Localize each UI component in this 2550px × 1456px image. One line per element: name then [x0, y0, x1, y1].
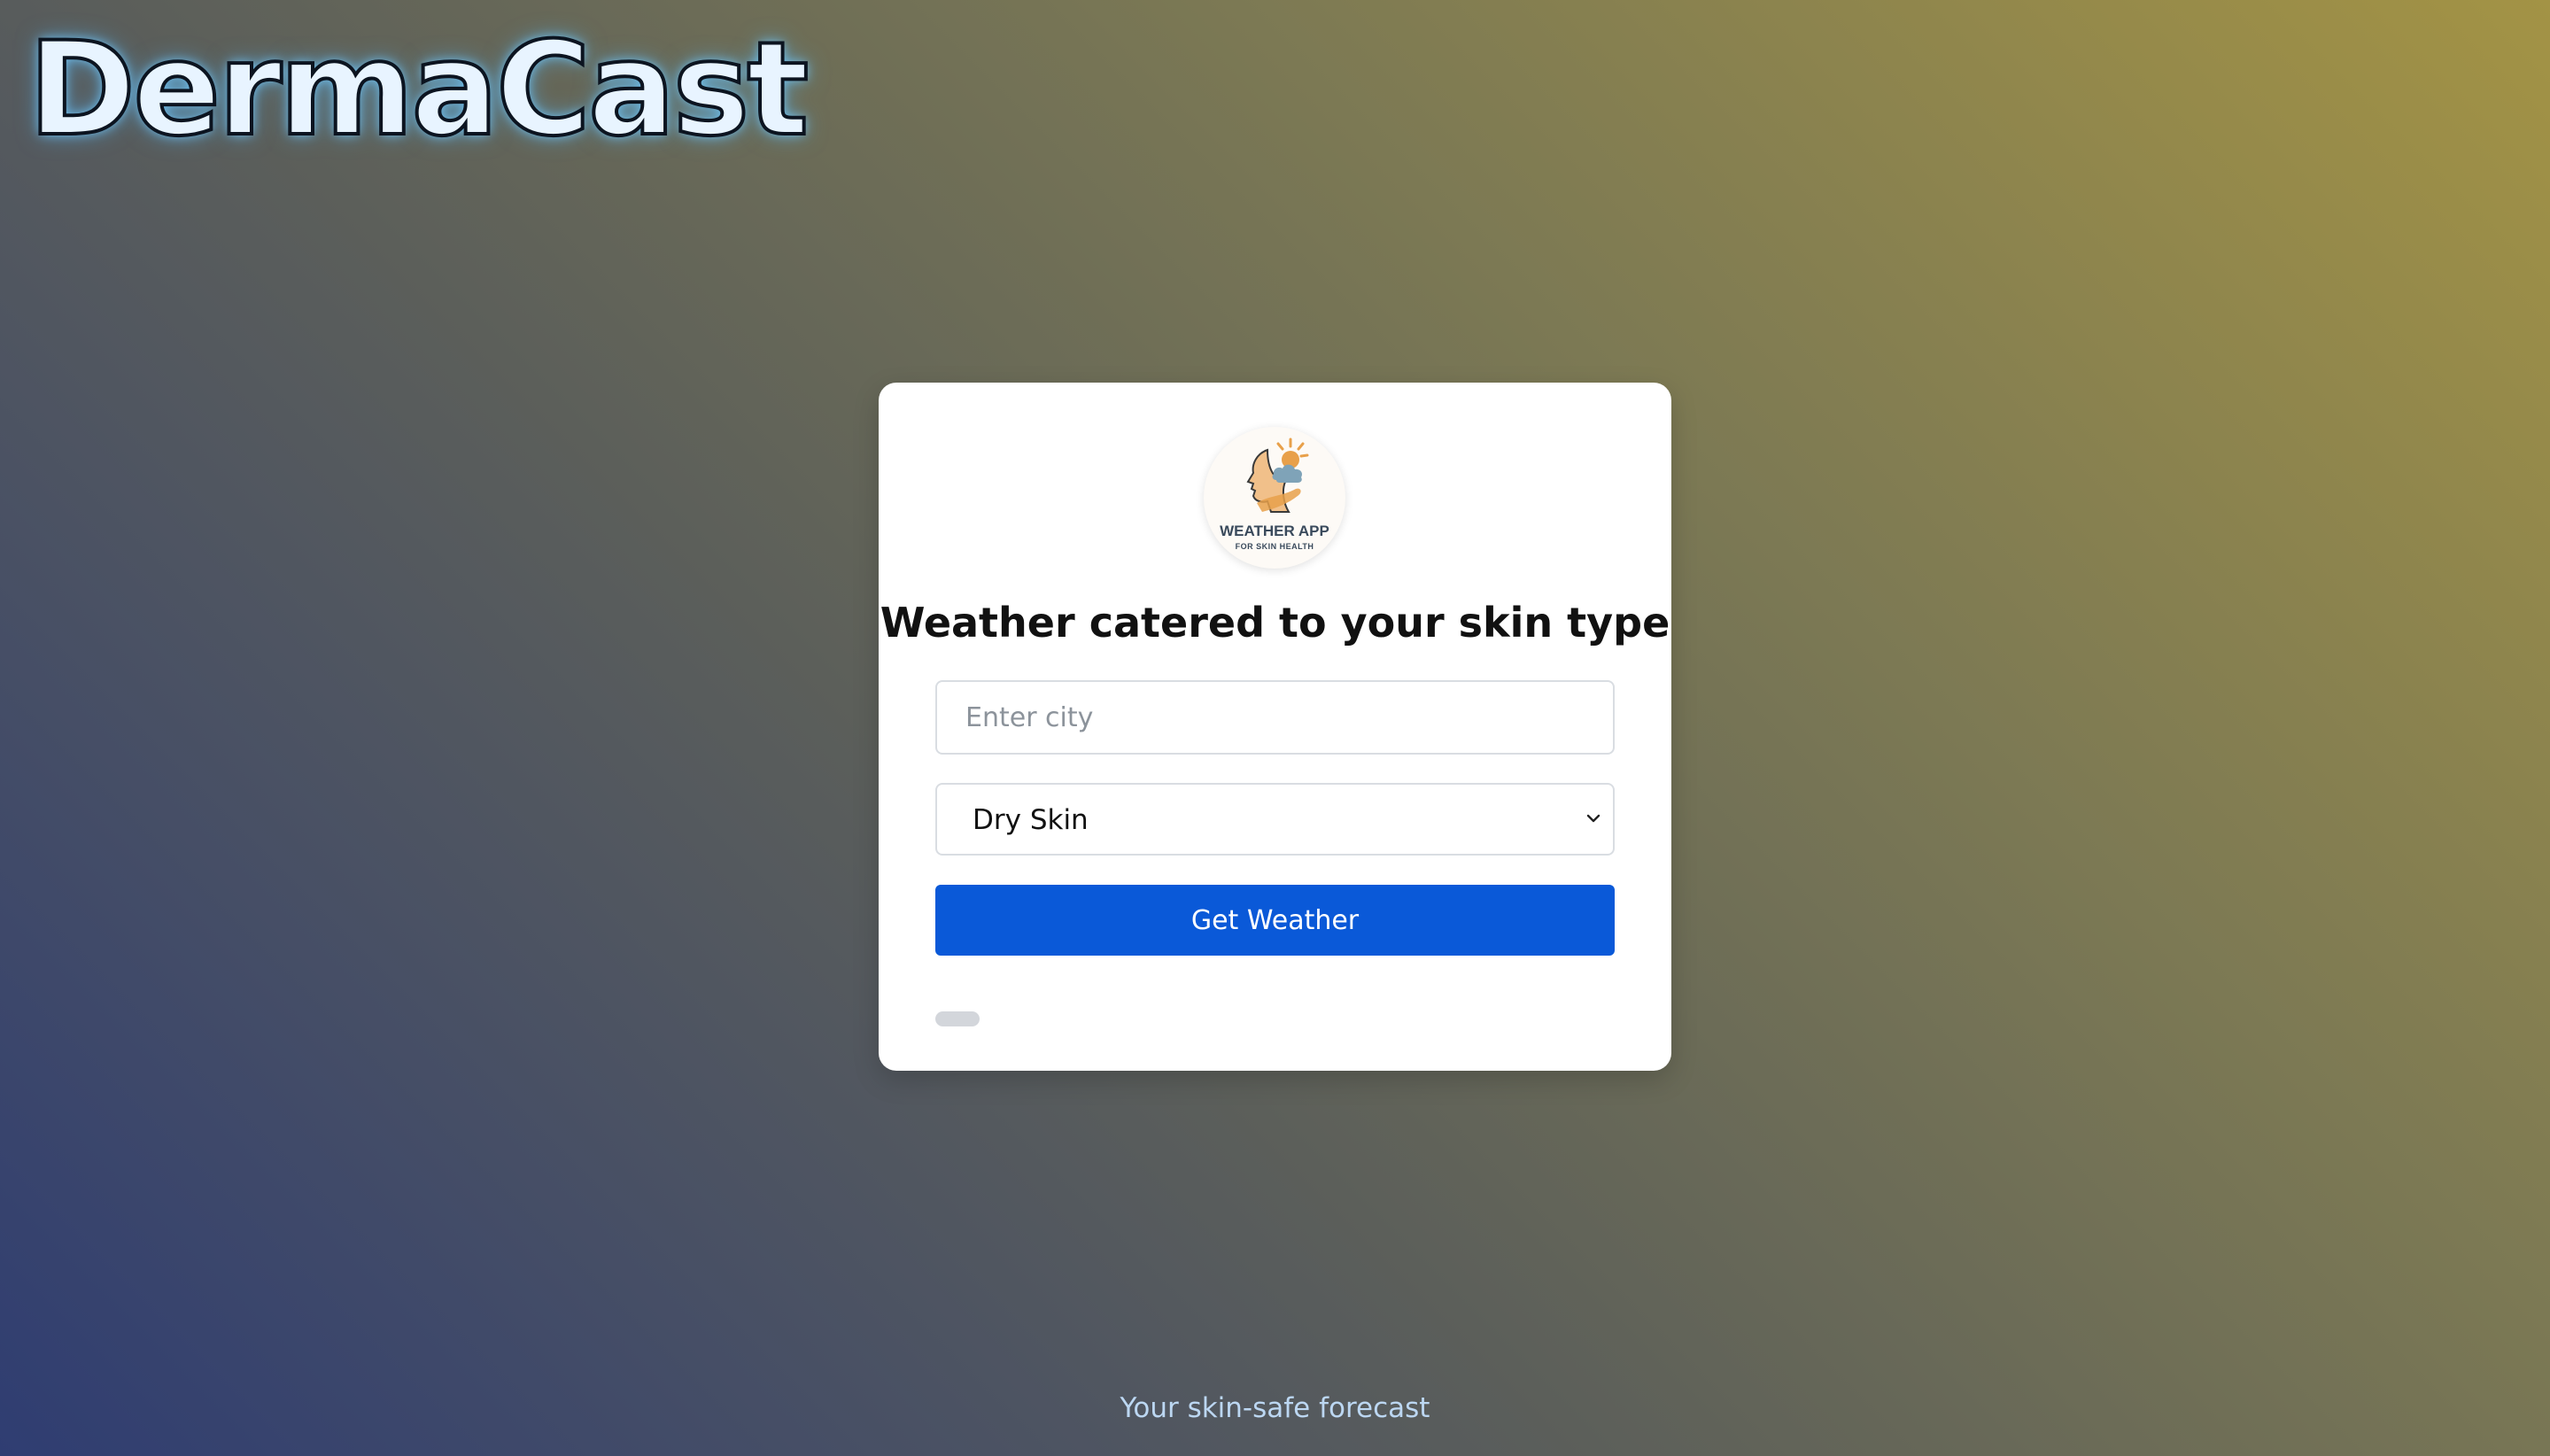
- chevron-down-icon: [1586, 814, 1601, 823]
- app-logo: WEATHER APP FOR SKIN HEALTH: [1204, 427, 1345, 569]
- get-weather-button[interactable]: Get Weather: [935, 885, 1615, 956]
- logo-subtitle: FOR SKIN HEALTH: [1235, 542, 1314, 551]
- footer-tagline: Your skin-safe forecast: [1120, 1392, 1430, 1424]
- weather-form-card: WEATHER APP FOR SKIN HEALTH Weather cate…: [879, 383, 1671, 1071]
- loading-placeholder: [935, 1011, 980, 1026]
- logo-title: WEATHER APP: [1220, 523, 1329, 539]
- app-title: DermaCast: [27, 14, 810, 165]
- page-heading: Weather catered to your skin type: [880, 599, 1670, 647]
- city-input[interactable]: [935, 680, 1615, 755]
- skin-type-select[interactable]: Dry Skin: [935, 783, 1615, 856]
- skin-type-selected-value: Dry Skin: [973, 804, 1089, 836]
